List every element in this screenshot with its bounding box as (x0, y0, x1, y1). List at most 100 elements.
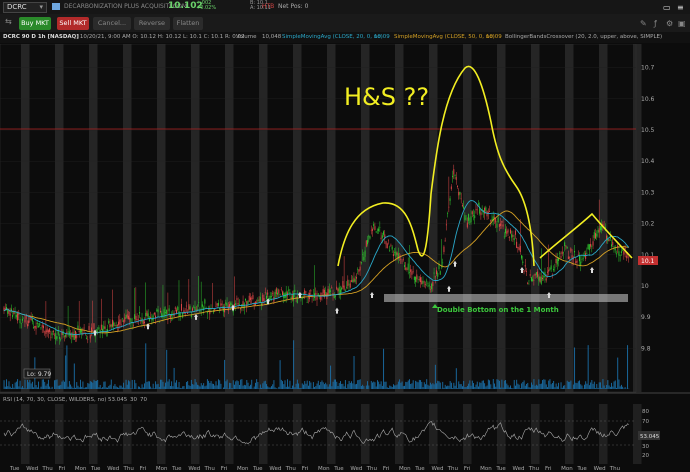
time-axis-label: Wed (594, 466, 606, 472)
candle-body (263, 298, 265, 302)
flatten-button[interactable]: Flatten (173, 17, 203, 30)
candle-body (50, 336, 52, 338)
sell-mkt-button[interactable]: Sell MKT (57, 17, 89, 30)
candle-body (599, 226, 601, 231)
rsi-tag-text: 53.045 (640, 434, 660, 440)
link-icon[interactable]: ⇆ (5, 17, 12, 26)
candle-body (231, 304, 233, 305)
menu-icon[interactable]: ≡ (677, 3, 684, 12)
price-axis-label: 10.2 (641, 221, 655, 228)
candle-body (307, 297, 309, 299)
session-band (123, 44, 132, 392)
candle-body (394, 252, 396, 254)
volume-bar (343, 386, 345, 389)
candle-body (199, 310, 201, 312)
candle-body (55, 333, 57, 340)
volume-bar (545, 384, 547, 389)
volume-bar (68, 381, 70, 389)
volume-bar (317, 380, 319, 389)
candle-body (230, 302, 232, 306)
candle-body (247, 301, 249, 305)
reverse-button[interactable]: Reverse (134, 17, 170, 30)
title-bar: DCRC ▾ DECARBONIZATION PLUS ACQUISITI COM… (0, 0, 690, 14)
sma20-legend[interactable]: SimpleMovingAvg (CLOSE, 20, 0, no) (282, 34, 383, 40)
volume-bar (262, 383, 264, 389)
volume-bar (429, 382, 431, 389)
volume-bar (619, 386, 621, 389)
candle-body (390, 244, 392, 246)
volume-bar (439, 382, 441, 389)
volume-bar (374, 382, 376, 389)
volume-bar (349, 382, 351, 389)
candle-body (204, 299, 206, 304)
candle-body (561, 251, 563, 254)
volume-bar (267, 386, 269, 389)
volume-bar (344, 380, 346, 389)
candle-body (367, 239, 369, 245)
candle-body (113, 322, 115, 326)
candle-body (195, 309, 197, 311)
settings-icon[interactable]: ⚙ (666, 19, 673, 28)
volume-bar (137, 386, 139, 389)
candle-body (67, 331, 69, 332)
candle-body (294, 289, 296, 292)
candle-body (309, 293, 311, 300)
volume-bar (238, 384, 240, 389)
volume-bar (273, 380, 275, 389)
buy-mkt-button[interactable]: Buy MKT (19, 17, 51, 30)
volume-bar (177, 387, 179, 389)
candle-body (288, 289, 290, 291)
volume-bar (627, 345, 629, 389)
volume-bar (251, 379, 253, 389)
volume-bar (94, 380, 96, 389)
volume-bar (232, 380, 234, 389)
candle-body (406, 268, 408, 270)
candle-body (434, 276, 436, 278)
candle-body (437, 272, 439, 277)
hs-annotation: H&S ?? (344, 83, 429, 111)
candle-body (546, 271, 548, 273)
symbol-selector[interactable]: DCRC ▾ (3, 2, 47, 13)
candle-body (391, 246, 393, 250)
volume-bar (129, 381, 131, 389)
volume-bar (320, 381, 322, 389)
studies-icon[interactable]: ƒ (654, 19, 657, 28)
cancel-button[interactable]: Cancel... (93, 17, 131, 30)
candle-body (280, 289, 282, 290)
double-bottom-zone (384, 294, 628, 302)
rsi-legend[interactable]: RSI (14, 70, 30, CLOSE, WILDERS, no) (3, 397, 106, 403)
volume-bar (287, 379, 288, 389)
layout-icon[interactable]: ▣ (678, 19, 686, 28)
candle-body (333, 295, 335, 299)
volume-bar (480, 382, 482, 389)
volume-bar (357, 380, 359, 389)
share-icon[interactable]: ▭ (663, 3, 671, 12)
session-band (225, 44, 234, 392)
candle-body (590, 243, 592, 247)
candle-body (248, 295, 250, 302)
candle-body (116, 325, 118, 327)
bb-legend[interactable]: BollingerBandsCrossover (20, 2.0, upper,… (505, 34, 662, 40)
candle-body (39, 323, 41, 326)
candle-body (344, 290, 346, 291)
volume-bar (416, 381, 418, 389)
volume-bar (596, 384, 598, 389)
candle-body (127, 315, 129, 320)
price-chart[interactable]: H&S ?? Double Bottom on the 1 Month Lo: … (0, 44, 690, 472)
volume-bar (433, 384, 435, 389)
candle-body (327, 288, 329, 296)
candle-body (183, 310, 185, 313)
sma50-legend[interactable]: SimpleMovingAvg (CLOSE, 50, 0, no) (394, 34, 495, 40)
volume-bar (174, 382, 176, 389)
session-band (21, 44, 30, 392)
candle-body (281, 291, 283, 296)
rsi-value: 53.045 (108, 397, 128, 403)
drawing-icon[interactable]: ✎ (640, 19, 647, 28)
volume-bar (92, 382, 94, 389)
volume-bar (227, 388, 229, 389)
candle-body (269, 295, 271, 300)
volume-bar (176, 380, 178, 389)
time-axis-label: Mon (318, 466, 330, 472)
candle-body (19, 318, 21, 324)
volume-bar (41, 379, 43, 389)
